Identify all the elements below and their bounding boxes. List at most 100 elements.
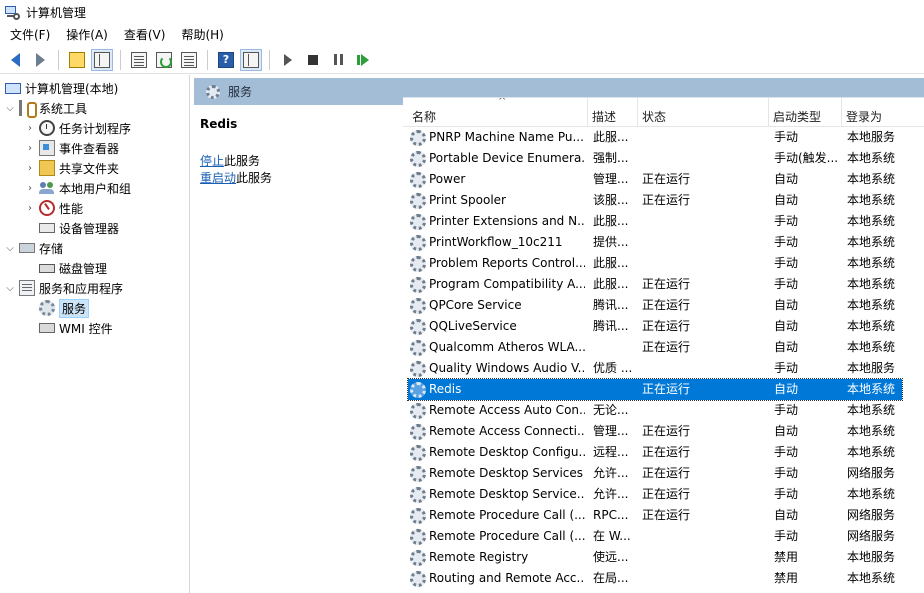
chevron-right-icon[interactable]: ›: [24, 123, 36, 134]
tree-label: 系统工具: [39, 101, 88, 116]
service-gear-icon: [410, 172, 426, 188]
service-status: [642, 232, 762, 253]
service-row[interactable]: Quality Windows Audio V... 优质 ... 手动 本地服务: [408, 358, 902, 379]
service-row[interactable]: Portable Device Enumera... 强制... 手动(触发... 本…: [408, 148, 902, 169]
properties-button[interactable]: [128, 49, 150, 71]
service-status: [642, 526, 762, 547]
service-description: 在局...: [593, 571, 629, 585]
tree-item-event-viewer[interactable]: › 事件查看器: [24, 138, 119, 158]
service-row[interactable]: Remote Access Auto Con... 无论... 手动 本地系统: [408, 400, 902, 421]
service-row[interactable]: Remote Desktop Services 允许... 正在运行 手动 网络服务: [408, 463, 902, 484]
service-row[interactable]: PrintWorkflow_10c211 提供... 手动 本地系统: [408, 232, 902, 253]
service-name: Print Spooler: [429, 193, 506, 207]
service-row[interactable]: Printer Extensions and N... 此服... 手动 本地系统: [408, 211, 902, 232]
tree-item-services[interactable]: 服务: [36, 298, 90, 318]
chevron-down-icon[interactable]: ⌵: [4, 243, 16, 254]
service-startup-type: 自动: [774, 193, 799, 207]
pause-service-button[interactable]: [327, 49, 349, 71]
tree-item-disk-management[interactable]: 磁盘管理: [36, 258, 107, 278]
navigation-tree: 计算机管理(本地) ⌵ 系统工具 › 任务计划程序 › 事件查看器 › 共享文件…: [0, 75, 190, 593]
action-pane-button[interactable]: [240, 48, 262, 71]
stop-service-button[interactable]: [302, 49, 324, 71]
chevron-right-icon[interactable]: ›: [24, 203, 36, 214]
service-name: Remote Access Auto Con...: [429, 403, 585, 417]
storage-icon: [19, 243, 35, 253]
service-status: [642, 547, 762, 568]
refresh-button[interactable]: [153, 49, 175, 71]
chevron-right-icon[interactable]: ›: [24, 143, 36, 154]
service-row[interactable]: Remote Desktop Configu... 远程... 正在运行 手动 本地系统: [408, 442, 902, 463]
service-gear-icon: [410, 235, 426, 251]
menu-file[interactable]: 文件(F): [2, 24, 58, 46]
start-service-button[interactable]: [277, 49, 299, 71]
column-header-startup[interactable]: 启动类型: [769, 98, 842, 127]
tree-item-system-tools[interactable]: ⌵ 系统工具: [4, 98, 87, 118]
service-description: [593, 379, 637, 400]
performance-icon: [39, 200, 55, 216]
service-name: Quality Windows Audio V...: [429, 361, 585, 375]
service-row[interactable]: Remote Procedure Call (... 在 W... 手动 网络服务: [408, 526, 902, 547]
service-logon-as: 本地系统: [847, 151, 896, 165]
service-row[interactable]: Qualcomm Atheros WLA... 正在运行 自动 本地系统: [408, 337, 902, 358]
service-row[interactable]: Redis 正在运行 自动 本地系统: [407, 378, 903, 401]
service-logon-as: 网络服务: [847, 529, 896, 543]
service-logon-as: 网络服务: [847, 466, 896, 480]
service-row[interactable]: Program Compatibility A... 此服... 正在运行 手动 本地系…: [408, 274, 902, 295]
tree-item-shared-folders[interactable]: › 共享文件夹: [24, 158, 119, 178]
service-description: 该服...: [593, 193, 629, 207]
chevron-down-icon[interactable]: ⌵: [4, 283, 16, 294]
service-description: 允许...: [593, 466, 629, 480]
tree-item-task-scheduler[interactable]: › 任务计划程序: [24, 118, 131, 138]
tree-label: 设备管理器: [59, 221, 120, 236]
column-header-name[interactable]: 名称 ^: [408, 98, 588, 127]
chevron-down-icon[interactable]: ⌵: [4, 103, 16, 114]
service-row[interactable]: Routing and Remote Acc... 在局... 禁用 本地系统: [408, 568, 902, 589]
service-logon-as: 本地系统: [847, 487, 896, 501]
tree-item-local-users[interactable]: › 本地用户和组: [24, 178, 131, 198]
restart-service-link[interactable]: 重启动: [200, 171, 236, 185]
show-hide-tree-button[interactable]: [91, 48, 113, 71]
column-header-desc[interactable]: 描述: [588, 98, 638, 127]
restart-service-button[interactable]: [352, 49, 374, 71]
help-button[interactable]: ?: [215, 49, 237, 71]
tree-item-wmi[interactable]: WMI 控件: [36, 318, 113, 338]
column-header-logon[interactable]: 登录为: [842, 98, 924, 127]
forward-button[interactable]: [29, 49, 51, 71]
service-logon-as: 本地系统: [847, 382, 896, 396]
gear-icon: [39, 300, 55, 316]
up-one-level-button[interactable]: [66, 49, 88, 71]
service-logon-as: 本地系统: [847, 277, 896, 291]
menu-action[interactable]: 操作(A): [58, 24, 116, 46]
tree-item-root[interactable]: 计算机管理(本地): [2, 78, 118, 98]
tree-item-device-manager[interactable]: 设备管理器: [36, 218, 119, 238]
service-status: 正在运行: [642, 298, 691, 312]
export-list-button[interactable]: [178, 49, 200, 71]
service-row[interactable]: Remote Desktop Service... 允许... 正在运行 手动 本地系统: [408, 484, 902, 505]
stop-service-link[interactable]: 停止: [200, 154, 224, 168]
service-row[interactable]: Power 管理... 正在运行 自动 本地系统: [408, 169, 902, 190]
tree-item-storage[interactable]: ⌵ 存储: [4, 238, 63, 258]
service-gear-icon: [410, 424, 426, 440]
tree-label: 本地用户和组: [59, 181, 132, 196]
service-row[interactable]: Remote Registry 使远... 禁用 本地服务: [408, 547, 902, 568]
service-description: [593, 337, 637, 358]
service-row[interactable]: QPCore Service 腾讯... 正在运行 自动 本地系统: [408, 295, 902, 316]
service-row[interactable]: QQLiveService 腾讯... 正在运行 自动 本地系统: [408, 316, 902, 337]
tree-item-services-apps[interactable]: ⌵ 服务和应用程序: [4, 278, 123, 298]
chevron-right-icon[interactable]: ›: [24, 163, 36, 174]
tree-item-performance[interactable]: › 性能: [24, 198, 83, 218]
back-button[interactable]: [4, 49, 26, 71]
service-row[interactable]: Print Spooler 该服... 正在运行 自动 本地系统: [408, 190, 902, 211]
service-status: 正在运行: [642, 487, 691, 501]
service-row[interactable]: Remote Access Connecti... 管理... 正在运行 自动 本地系统: [408, 421, 902, 442]
service-gear-icon: [410, 361, 426, 377]
menu-help[interactable]: 帮助(H): [173, 24, 231, 46]
tree-label: 磁盘管理: [59, 261, 108, 276]
service-row[interactable]: Remote Procedure Call (... RPC... 正在运行 自动 网络…: [408, 505, 902, 526]
service-row[interactable]: Problem Reports Control... 此服... 手动 本地系统: [408, 253, 902, 274]
menu-view[interactable]: 查看(V): [116, 24, 174, 46]
chevron-right-icon[interactable]: ›: [24, 183, 36, 194]
service-logon-as: 本地系统: [847, 445, 896, 459]
column-header-status[interactable]: 状态: [638, 98, 769, 127]
service-row[interactable]: PNRP Machine Name Pu... 此服... 手动 本地服务: [408, 127, 902, 148]
